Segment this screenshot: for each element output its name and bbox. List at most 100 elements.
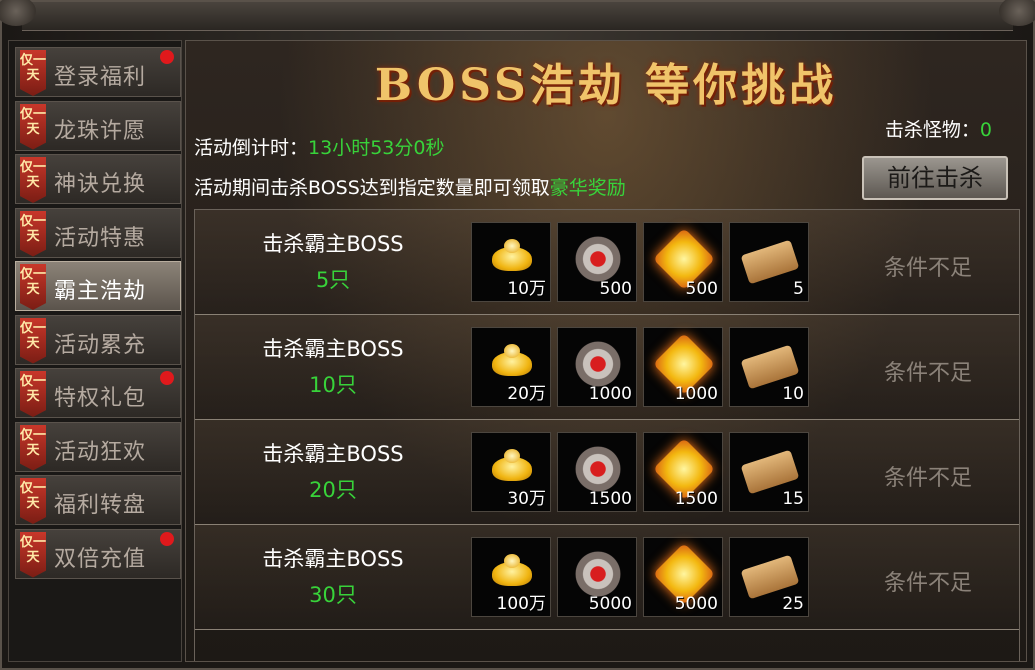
ribbon-badge: 仅一天: [20, 157, 46, 203]
row-condition-label: 击杀霸主BOSS: [262, 337, 404, 361]
reward-quantity: 5000: [588, 594, 632, 614]
row-condition-count: 10只: [309, 373, 357, 397]
reward-slot[interactable]: 5000: [557, 537, 637, 617]
reward-quantity: 5000: [674, 594, 718, 614]
medal-icon: [572, 443, 624, 495]
kill-counter-value: 0: [979, 119, 992, 141]
sidebar-item[interactable]: 仅一天 活动累充: [15, 314, 181, 365]
ribbon-badge: 仅一天: [20, 50, 46, 96]
main-panel: BOSS浩劫 等你挑战 击杀怪物：0 活动倒计时：13小时53分0秒 活动期间击…: [185, 40, 1027, 662]
activity-sidebar: 仅一天 登录福利 仅一天 龙珠许愿 仅一天 神诀兑换 仅一天 活动特惠 仅一天 霸主浩劫 仅一天 活动…: [8, 40, 182, 662]
scroll-icon: [740, 449, 800, 495]
activity-description: 活动期间击杀BOSS达到指定数量即可领取豪华奖励: [194, 173, 626, 200]
ribbon-badge: 仅一天: [20, 478, 46, 524]
claim-status[interactable]: 条件不足: [845, 565, 1011, 597]
description-text: 活动期间击杀BOSS达到指定数量即可领取: [194, 177, 550, 199]
sidebar-item[interactable]: 仅一天 登录福利: [15, 47, 181, 97]
reward-quantity: 30万: [507, 489, 546, 509]
kill-counter: 击杀怪物：0: [885, 115, 992, 142]
description-highlight: 豪华奖励: [549, 177, 626, 199]
reward-slot[interactable]: 5: [729, 222, 809, 302]
reward-slot[interactable]: 1000: [643, 327, 723, 407]
kill-counter-label: 击杀怪物：: [884, 119, 980, 141]
ribbon-badge: 仅一天: [20, 371, 46, 417]
row-condition-label: 击杀霸主BOSS: [262, 232, 404, 256]
reward-slot[interactable]: 10万: [471, 222, 551, 302]
sidebar-item-label: 登录福利: [54, 65, 147, 90]
go-kill-button[interactable]: 前往击杀: [862, 156, 1008, 200]
sidebar-item-label: 活动狂欢: [54, 439, 147, 465]
sidebar-item[interactable]: 仅一天 神诀兑换: [15, 154, 181, 204]
row-condition-label: 击杀霸主BOSS: [262, 547, 404, 571]
sidebar-item-label: 神诀兑换: [54, 172, 147, 197]
sidebar-item[interactable]: 仅一天 活动狂欢: [15, 421, 181, 472]
sidebar-item-label: 龙珠许愿: [54, 118, 147, 144]
reward-row: 击杀霸主BOSS 5只 10万 500 500 5 条件不足: [195, 210, 1019, 315]
reward-row: 击杀霸主BOSS 20只 30万 1500 1500 15 条件不足: [195, 420, 1019, 525]
sidebar-item[interactable]: 仅一天 龙珠许愿: [15, 100, 181, 151]
ribbon-badge: 仅一天: [20, 317, 46, 364]
gold-ingot-icon: [492, 239, 532, 271]
sidebar-item[interactable]: 仅一天 双倍充值: [15, 528, 181, 579]
claim-status[interactable]: 条件不足: [845, 250, 1011, 282]
countdown: 活动倒计时：13小时53分0秒: [194, 133, 444, 160]
gold-ingot-icon: [492, 554, 532, 586]
reward-slot[interactable]: 100万: [471, 537, 551, 617]
notification-dot-icon: [160, 371, 174, 385]
row-condition-count: 5只: [315, 268, 351, 292]
reward-quantity: 25: [782, 594, 804, 614]
reward-quantity: 500: [599, 279, 632, 299]
reward-quantity: 10万: [507, 279, 546, 299]
sidebar-item-label: 活动累充: [54, 332, 147, 358]
reward-slot[interactable]: 500: [643, 222, 723, 302]
sidebar-item[interactable]: 仅一天 活动特惠: [15, 207, 181, 258]
gold-ingot-icon: [492, 344, 532, 376]
claim-status[interactable]: 条件不足: [845, 355, 1011, 387]
reward-slot[interactable]: 1500: [557, 432, 637, 512]
reward-quantity: 15: [782, 489, 804, 509]
reward-slot[interactable]: 1000: [557, 327, 637, 407]
reward-quantity: 1000: [674, 384, 718, 404]
sidebar-item[interactable]: 仅一天 霸主浩劫: [15, 261, 181, 311]
gold-ingot-icon: [492, 449, 532, 481]
ribbon-badge: 仅一天: [20, 531, 46, 578]
scroll-icon: [740, 239, 800, 285]
reward-quantity: 10: [782, 384, 804, 404]
reward-row: 击杀霸主BOSS 30只 100万 5000 5000 25 条件不足: [195, 525, 1019, 630]
medal-icon: [572, 548, 624, 600]
row-condition-label: 击杀霸主BOSS: [262, 442, 404, 466]
reward-quantity: 20万: [507, 384, 546, 404]
ribbon-badge: 仅一天: [20, 103, 46, 150]
sidebar-item-label: 双倍充值: [54, 546, 147, 572]
reward-quantity: 500: [685, 279, 718, 299]
sidebar-item[interactable]: 仅一天 福利转盘: [15, 475, 181, 525]
reward-row: 击杀霸主BOSS 10只 20万 1000 1000 10 条件不足: [195, 315, 1019, 420]
sidebar-item-label: 活动特惠: [54, 225, 147, 251]
reward-quantity: 100万: [496, 594, 546, 614]
reward-slot[interactable]: 1500: [643, 432, 723, 512]
sidebar-item[interactable]: 仅一天 特权礼包: [15, 368, 181, 418]
notification-dot-icon: [160, 50, 174, 64]
reward-quantity: 5: [793, 279, 804, 299]
reward-slot[interactable]: 500: [557, 222, 637, 302]
page-title: BOSS浩劫 等你挑战: [374, 60, 838, 111]
reward-slot[interactable]: 5000: [643, 537, 723, 617]
notification-dot-icon: [160, 531, 174, 546]
ribbon-badge: 仅一天: [20, 424, 46, 471]
sidebar-item-label: 福利转盘: [54, 493, 147, 518]
reward-quantity: 1000: [588, 384, 632, 404]
claim-status[interactable]: 条件不足: [845, 460, 1011, 492]
medal-icon: [572, 233, 624, 285]
reward-slot[interactable]: 20万: [471, 327, 551, 407]
reward-list: 击杀霸主BOSS 5只 10万 500 500 5 条件不足 击杀霸主BOSS 10只 20万 10…: [194, 209, 1020, 661]
scroll-icon: [740, 344, 800, 390]
reward-slot[interactable]: 15: [729, 432, 809, 512]
row-condition-count: 20只: [309, 478, 357, 502]
sidebar-item-label: 特权礼包: [54, 386, 147, 411]
scroll-icon: [740, 554, 800, 600]
reward-slot[interactable]: 25: [729, 537, 809, 617]
row-condition-count: 30只: [309, 583, 357, 607]
reward-slot[interactable]: 30万: [471, 432, 551, 512]
top-border: [22, 2, 1013, 31]
reward-slot[interactable]: 10: [729, 327, 809, 407]
